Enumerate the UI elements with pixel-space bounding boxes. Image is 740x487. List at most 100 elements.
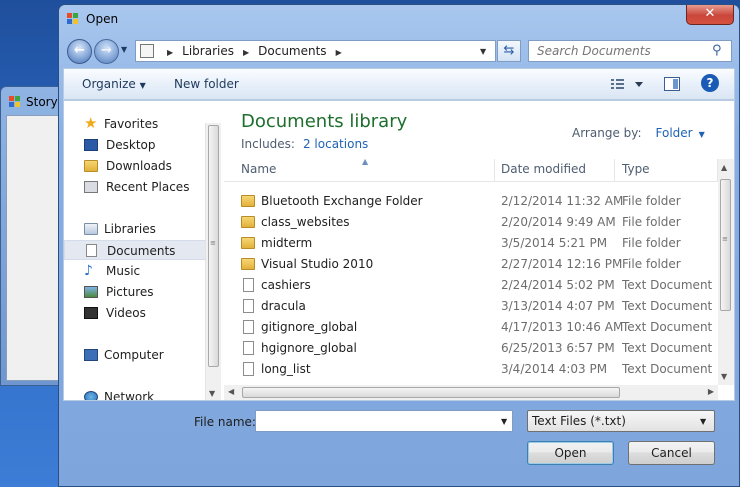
refresh-button[interactable]: ⇆ (497, 40, 521, 62)
library-includes: Includes: 2 locations (241, 137, 369, 151)
back-button[interactable]: ← (67, 39, 92, 64)
column-divider[interactable] (494, 159, 495, 182)
content-area: ★ Favorites Desktop Downloads Recent Pla… (63, 100, 735, 401)
scroll-down-icon[interactable]: ▼ (209, 389, 215, 398)
search-input[interactable] (529, 41, 709, 61)
vertical-scrollbar-thumb[interactable] (720, 179, 731, 311)
grip-icon: ≡ (210, 239, 216, 247)
folder-icon (241, 195, 255, 207)
arrange-by: Arrange by: Folder ▼ (572, 126, 705, 140)
forward-arrow-icon: → (101, 43, 112, 58)
chevron-down-icon[interactable]: ▼ (501, 417, 507, 426)
downloads-icon (84, 160, 98, 172)
folder-icon (241, 216, 255, 228)
breadcrumb-chevron-icon[interactable]: ▶ (243, 48, 249, 57)
search-box[interactable]: ⚲ (528, 40, 732, 62)
nav-item-pictures[interactable]: Pictures (64, 282, 207, 302)
nav-item-desktop[interactable]: Desktop (64, 135, 207, 155)
chevron-down-icon[interactable]: ▼ (699, 130, 705, 139)
column-divider[interactable] (614, 159, 615, 182)
breadcrumb-documents[interactable]: Documents (258, 44, 326, 58)
nav-favorites[interactable]: ★ Favorites (64, 114, 207, 134)
file-row[interactable]: midterm 3/5/2014 5:21 PM File folder (224, 233, 718, 254)
forward-button[interactable]: → (94, 39, 119, 64)
nav-network[interactable]: Network (64, 387, 207, 400)
documents-icon (86, 244, 97, 257)
preview-pane-button[interactable] (664, 77, 680, 91)
recent-places-icon (84, 181, 98, 193)
desktop-icon (84, 139, 98, 151)
column-header-date[interactable]: Date modified (501, 162, 586, 176)
location-icon (140, 44, 154, 58)
locations-link[interactable]: 2 locations (303, 137, 368, 151)
toolbar: Organize ▼ New folder ? (63, 68, 735, 100)
text-document-icon (243, 341, 254, 355)
file-list: Bluetooth Exchange Folder 2/12/2014 11:3… (224, 187, 718, 385)
address-bar[interactable]: ▶ Libraries ▶ Documents ▶ ▼ (135, 40, 496, 62)
close-button[interactable]: ✕ (686, 5, 734, 25)
back-arrow-icon: ← (74, 43, 85, 58)
address-dropdown-icon[interactable]: ▼ (480, 47, 486, 56)
library-title: Documents library (241, 111, 408, 132)
text-document-icon (243, 278, 254, 292)
organize-button[interactable]: Organize ▼ (82, 77, 146, 91)
nav-libraries[interactable]: Libraries (64, 219, 207, 239)
file-row[interactable]: class_websites 2/20/2014 9:49 AM File fo… (224, 212, 718, 233)
new-folder-button[interactable]: New folder (174, 77, 239, 91)
dialog-title: Open (86, 12, 119, 26)
open-dialog: Open ✕ ← → ▼ ▶ Libraries ▶ Documents ▶ ▼ ⇆ ⚲… (58, 4, 740, 487)
file-row[interactable]: Bluetooth Exchange Folder 2/12/2014 11:3… (224, 191, 718, 212)
scroll-up-icon[interactable]: ▲ (721, 163, 727, 172)
app-icon (67, 13, 78, 24)
navigation-pane[interactable]: ★ Favorites Desktop Downloads Recent Pla… (64, 101, 221, 400)
scroll-left-icon[interactable]: ◀ (228, 387, 234, 396)
change-view-button[interactable] (609, 76, 649, 95)
nav-scrollbar[interactable]: ≡ ▼ (205, 123, 221, 400)
file-row[interactable]: Visual Studio 2010 2/27/2014 12:16 PM Fi… (224, 254, 718, 275)
file-row[interactable]: hgignore_global 6/25/2013 6:57 PM Text D… (224, 338, 718, 359)
file-row[interactable]: gitignore_global 4/17/2013 10:46 AM Text… (224, 317, 718, 338)
folder-icon (241, 237, 255, 249)
horizontal-scrollbar-thumb[interactable] (242, 387, 620, 398)
background-window-title: Story (26, 95, 58, 109)
file-type-filter[interactable]: Text Files (*.txt) ▼ (527, 410, 715, 432)
computer-icon (84, 349, 98, 361)
file-name-input[interactable] (256, 411, 492, 431)
nav-item-downloads[interactable]: Downloads (64, 156, 207, 176)
network-icon (84, 391, 98, 400)
refresh-icon: ⇆ (503, 43, 515, 58)
nav-item-videos[interactable]: Videos (64, 303, 207, 323)
text-document-icon (243, 299, 254, 313)
nav-item-documents[interactable]: Documents (64, 240, 207, 260)
sort-ascending-icon: ▲ (362, 157, 369, 166)
file-row[interactable]: long_list 3/4/2014 4:03 PM Text Document (224, 359, 718, 380)
recent-pages-dropdown-icon[interactable]: ▼ (121, 45, 127, 54)
nav-item-music[interactable]: ♪ Music (64, 261, 207, 281)
file-list-vertical-scrollbar[interactable]: ▲ ≡ ▼ (718, 159, 734, 385)
star-icon: ★ (84, 114, 98, 132)
nav-computer[interactable]: Computer (64, 345, 207, 365)
file-row[interactable]: dracula 3/13/2014 4:07 PM Text Document (224, 296, 718, 317)
breadcrumb-chevron-icon[interactable]: ▶ (167, 48, 173, 57)
pictures-icon (84, 286, 98, 298)
column-header-name[interactable]: Name (241, 162, 276, 176)
column-header-type[interactable]: Type (622, 162, 650, 176)
file-name-combobox[interactable]: ▼ (255, 410, 513, 432)
file-row[interactable]: cashiers 2/24/2014 5:02 PM Text Document (224, 275, 718, 296)
scroll-down-icon[interactable]: ▼ (721, 372, 727, 381)
breadcrumb-libraries[interactable]: Libraries (182, 44, 234, 58)
file-list-horizontal-scrollbar[interactable]: ◀ ▶ (224, 385, 718, 400)
scroll-right-icon[interactable]: ▶ (708, 387, 714, 396)
music-icon: ♪ (84, 263, 93, 279)
help-button[interactable]: ? (701, 74, 719, 92)
grip-icon: ≡ (722, 235, 728, 243)
cancel-button[interactable]: Cancel (628, 441, 715, 465)
nav-item-recent-places[interactable]: Recent Places (64, 177, 207, 197)
open-button[interactable]: Open (527, 441, 614, 465)
view-list-icon (611, 79, 643, 89)
folder-icon (241, 258, 255, 270)
arrange-by-dropdown[interactable]: Folder (656, 126, 693, 140)
search-icon[interactable]: ⚲ (712, 43, 722, 58)
file-type-filter-value: Text Files (*.txt) (532, 414, 626, 428)
breadcrumb-chevron-icon[interactable]: ▶ (336, 48, 342, 57)
